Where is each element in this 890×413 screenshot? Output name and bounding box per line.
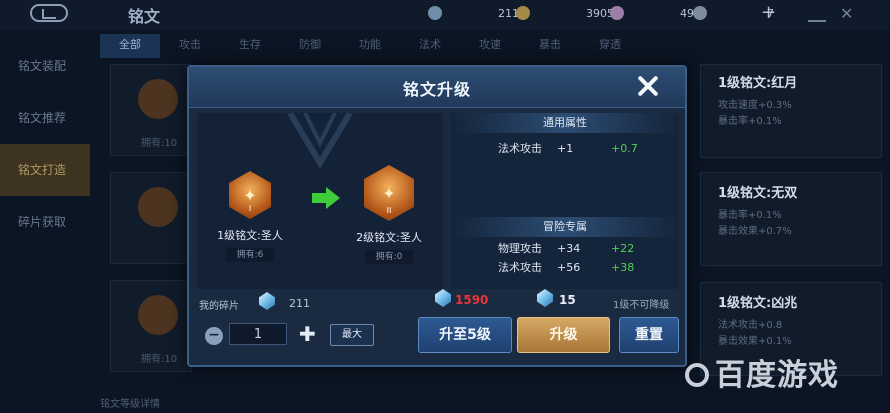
rune-upgrade-dialog: 铭文升级 ✦ I 1级铭文:圣人 拥有:6 ✦ II 2级铭文:圣人 拥有:0 bbox=[187, 65, 687, 367]
watermark-text: 百度游戏 bbox=[715, 358, 839, 393]
upgrade-controls: 我的碎片 211 1590 15 1级不可降级 − ✚ 最大 升至5级 升级 重… bbox=[189, 289, 685, 367]
crystal-icon bbox=[537, 289, 553, 307]
next-rune-owned: 拥有:0 bbox=[365, 250, 413, 264]
background-close-icon[interactable]: ✕ bbox=[840, 4, 853, 23]
next-rune-name: 2级铭文:圣人 bbox=[356, 231, 422, 244]
stat-name: 法术攻击 bbox=[498, 261, 542, 274]
tab-defense[interactable]: 防御 bbox=[280, 34, 340, 58]
rune-list-stat: 暴击率+0.1% bbox=[718, 116, 782, 127]
stat-value: +34 bbox=[557, 242, 581, 255]
tab-crit[interactable]: 暴击 bbox=[520, 34, 580, 58]
tab-all[interactable]: 全部 bbox=[100, 34, 160, 58]
rune-list-name: 1级铭文:凶兆 bbox=[718, 296, 798, 311]
current-rune-name: 1级铭文:圣人 bbox=[217, 229, 283, 242]
reset-button[interactable]: 重置 bbox=[619, 317, 679, 353]
common-stats-title: 通用属性 bbox=[451, 113, 679, 133]
sidebar-item-equip[interactable]: 铭文装配 bbox=[0, 40, 90, 92]
stat-row: 法术攻击 +1 +0.7 bbox=[451, 141, 679, 157]
stat-delta: +38 bbox=[611, 261, 635, 274]
baidu-logo-icon bbox=[685, 363, 709, 387]
stat-row: 法术攻击 +56 +38 bbox=[451, 260, 679, 276]
rune-list-stat: 暴击效果+0.7% bbox=[718, 226, 792, 237]
sidebar-item-forge[interactable]: 铭文打造 bbox=[0, 144, 90, 196]
rune-owned: 拥有:10 bbox=[141, 354, 178, 365]
stat-name: 物理攻击 bbox=[498, 242, 542, 255]
diamond-counter: 494 bbox=[610, 6, 701, 20]
coin-icon bbox=[516, 6, 530, 20]
tab-magic[interactable]: 法术 bbox=[400, 34, 460, 58]
signal-icon bbox=[808, 10, 826, 22]
sidebar-item-recommend[interactable]: 铭文推荐 bbox=[0, 92, 90, 144]
rune-list-name: 1级铭文:红月 bbox=[718, 76, 798, 91]
stats-panel: 通用属性 法术攻击 +1 +0.7 冒险专属 物理攻击 +34 +22 法术攻击… bbox=[451, 113, 679, 289]
decrease-button[interactable]: − bbox=[205, 327, 223, 345]
rune-icon bbox=[138, 187, 178, 227]
arrow-right-icon bbox=[312, 187, 340, 209]
gem-counter: 211 bbox=[428, 6, 519, 20]
sidebar: 铭文装配 铭文推荐 铭文打造 碎片获取 bbox=[0, 40, 90, 248]
current-rune: ✦ I 1级铭文:圣人 拥有:6 bbox=[205, 171, 295, 262]
stat-delta: +22 bbox=[611, 242, 635, 255]
add-resource-button[interactable]: + bbox=[761, 2, 776, 23]
crystal-icon bbox=[259, 292, 275, 310]
coin-counter: 3905 bbox=[516, 6, 614, 20]
rune-level: I bbox=[248, 204, 252, 213]
rune-list-stat: 暴击率+0.1% bbox=[718, 210, 782, 221]
back-button[interactable] bbox=[30, 4, 68, 22]
bottom-strip: 铭文等级详情 bbox=[100, 399, 160, 410]
stat-value: +56 bbox=[557, 261, 581, 274]
top-bar: 铭文 211 3905 494 7 + ✕ bbox=[0, 0, 890, 30]
crystal-icon bbox=[435, 289, 451, 307]
rune-owned: 拥有:10 bbox=[141, 138, 178, 149]
upgrade-cost-alt: 15 bbox=[559, 293, 576, 307]
diamond-icon bbox=[610, 6, 624, 20]
rune-icon bbox=[138, 295, 178, 335]
current-rune-owned: 拥有:6 bbox=[226, 248, 274, 262]
watermark: 百度游戏 bbox=[685, 350, 839, 394]
category-tabs: 全部 攻击 生存 防御 功能 法术 攻速 暴击 穿透 bbox=[100, 34, 890, 58]
upgrade-cost: 1590 bbox=[455, 293, 489, 307]
tab-attack[interactable]: 攻击 bbox=[160, 34, 220, 58]
downgrade-note: 1级不可降级 bbox=[613, 300, 670, 311]
rune-list-stat: 法术攻击+0.8 bbox=[718, 320, 783, 331]
dialog-header: 铭文升级 bbox=[189, 67, 685, 108]
rune-icon: ✦ I bbox=[229, 171, 271, 219]
rune-list-stat: 攻击速度+0.3% bbox=[718, 100, 792, 111]
quantity-input[interactable] bbox=[229, 323, 287, 345]
close-button[interactable] bbox=[635, 73, 661, 99]
rune-icon: ✦ II bbox=[364, 165, 414, 221]
tab-penetration[interactable]: 穿透 bbox=[580, 34, 640, 58]
chip-icon bbox=[693, 6, 707, 20]
rune-icon bbox=[138, 79, 178, 119]
rune-list-name: 1级铭文:无双 bbox=[718, 186, 798, 201]
rune-preview: ✦ I 1级铭文:圣人 拥有:6 ✦ II 2级铭文:圣人 拥有:0 bbox=[197, 113, 443, 289]
gem-icon bbox=[428, 6, 442, 20]
page-title: 铭文 bbox=[128, 7, 161, 26]
upgrade-to-level-button[interactable]: 升至5级 bbox=[418, 317, 512, 353]
upgrade-button[interactable]: 升级 bbox=[517, 317, 610, 353]
rune-card[interactable]: 拥有:10 bbox=[110, 64, 192, 156]
tab-survive[interactable]: 生存 bbox=[220, 34, 280, 58]
rune-level: II bbox=[386, 206, 392, 215]
sidebar-item-fragments[interactable]: 碎片获取 bbox=[0, 196, 90, 248]
fragments-label: 我的碎片 bbox=[199, 301, 239, 312]
tab-attack-speed[interactable]: 攻速 bbox=[460, 34, 520, 58]
rune-card[interactable] bbox=[110, 172, 192, 264]
tab-function[interactable]: 功能 bbox=[340, 34, 400, 58]
max-button[interactable]: 最大 bbox=[330, 324, 374, 346]
stat-delta: +0.7 bbox=[611, 142, 638, 155]
rune-list-stat: 暴击效果+0.1% bbox=[718, 336, 792, 347]
increase-button[interactable]: ✚ bbox=[299, 324, 316, 344]
stat-name: 法术攻击 bbox=[498, 142, 542, 155]
adventure-stats-title: 冒险专属 bbox=[451, 217, 679, 237]
fragments-count: 211 bbox=[289, 297, 310, 310]
stat-value: +1 bbox=[557, 142, 574, 155]
rune-card[interactable]: 拥有:10 bbox=[110, 280, 192, 372]
dialog-title: 铭文升级 bbox=[402, 80, 471, 99]
stat-row: 物理攻击 +34 +22 bbox=[451, 241, 679, 257]
next-rune: ✦ II 2级铭文:圣人 拥有:0 bbox=[344, 165, 434, 264]
